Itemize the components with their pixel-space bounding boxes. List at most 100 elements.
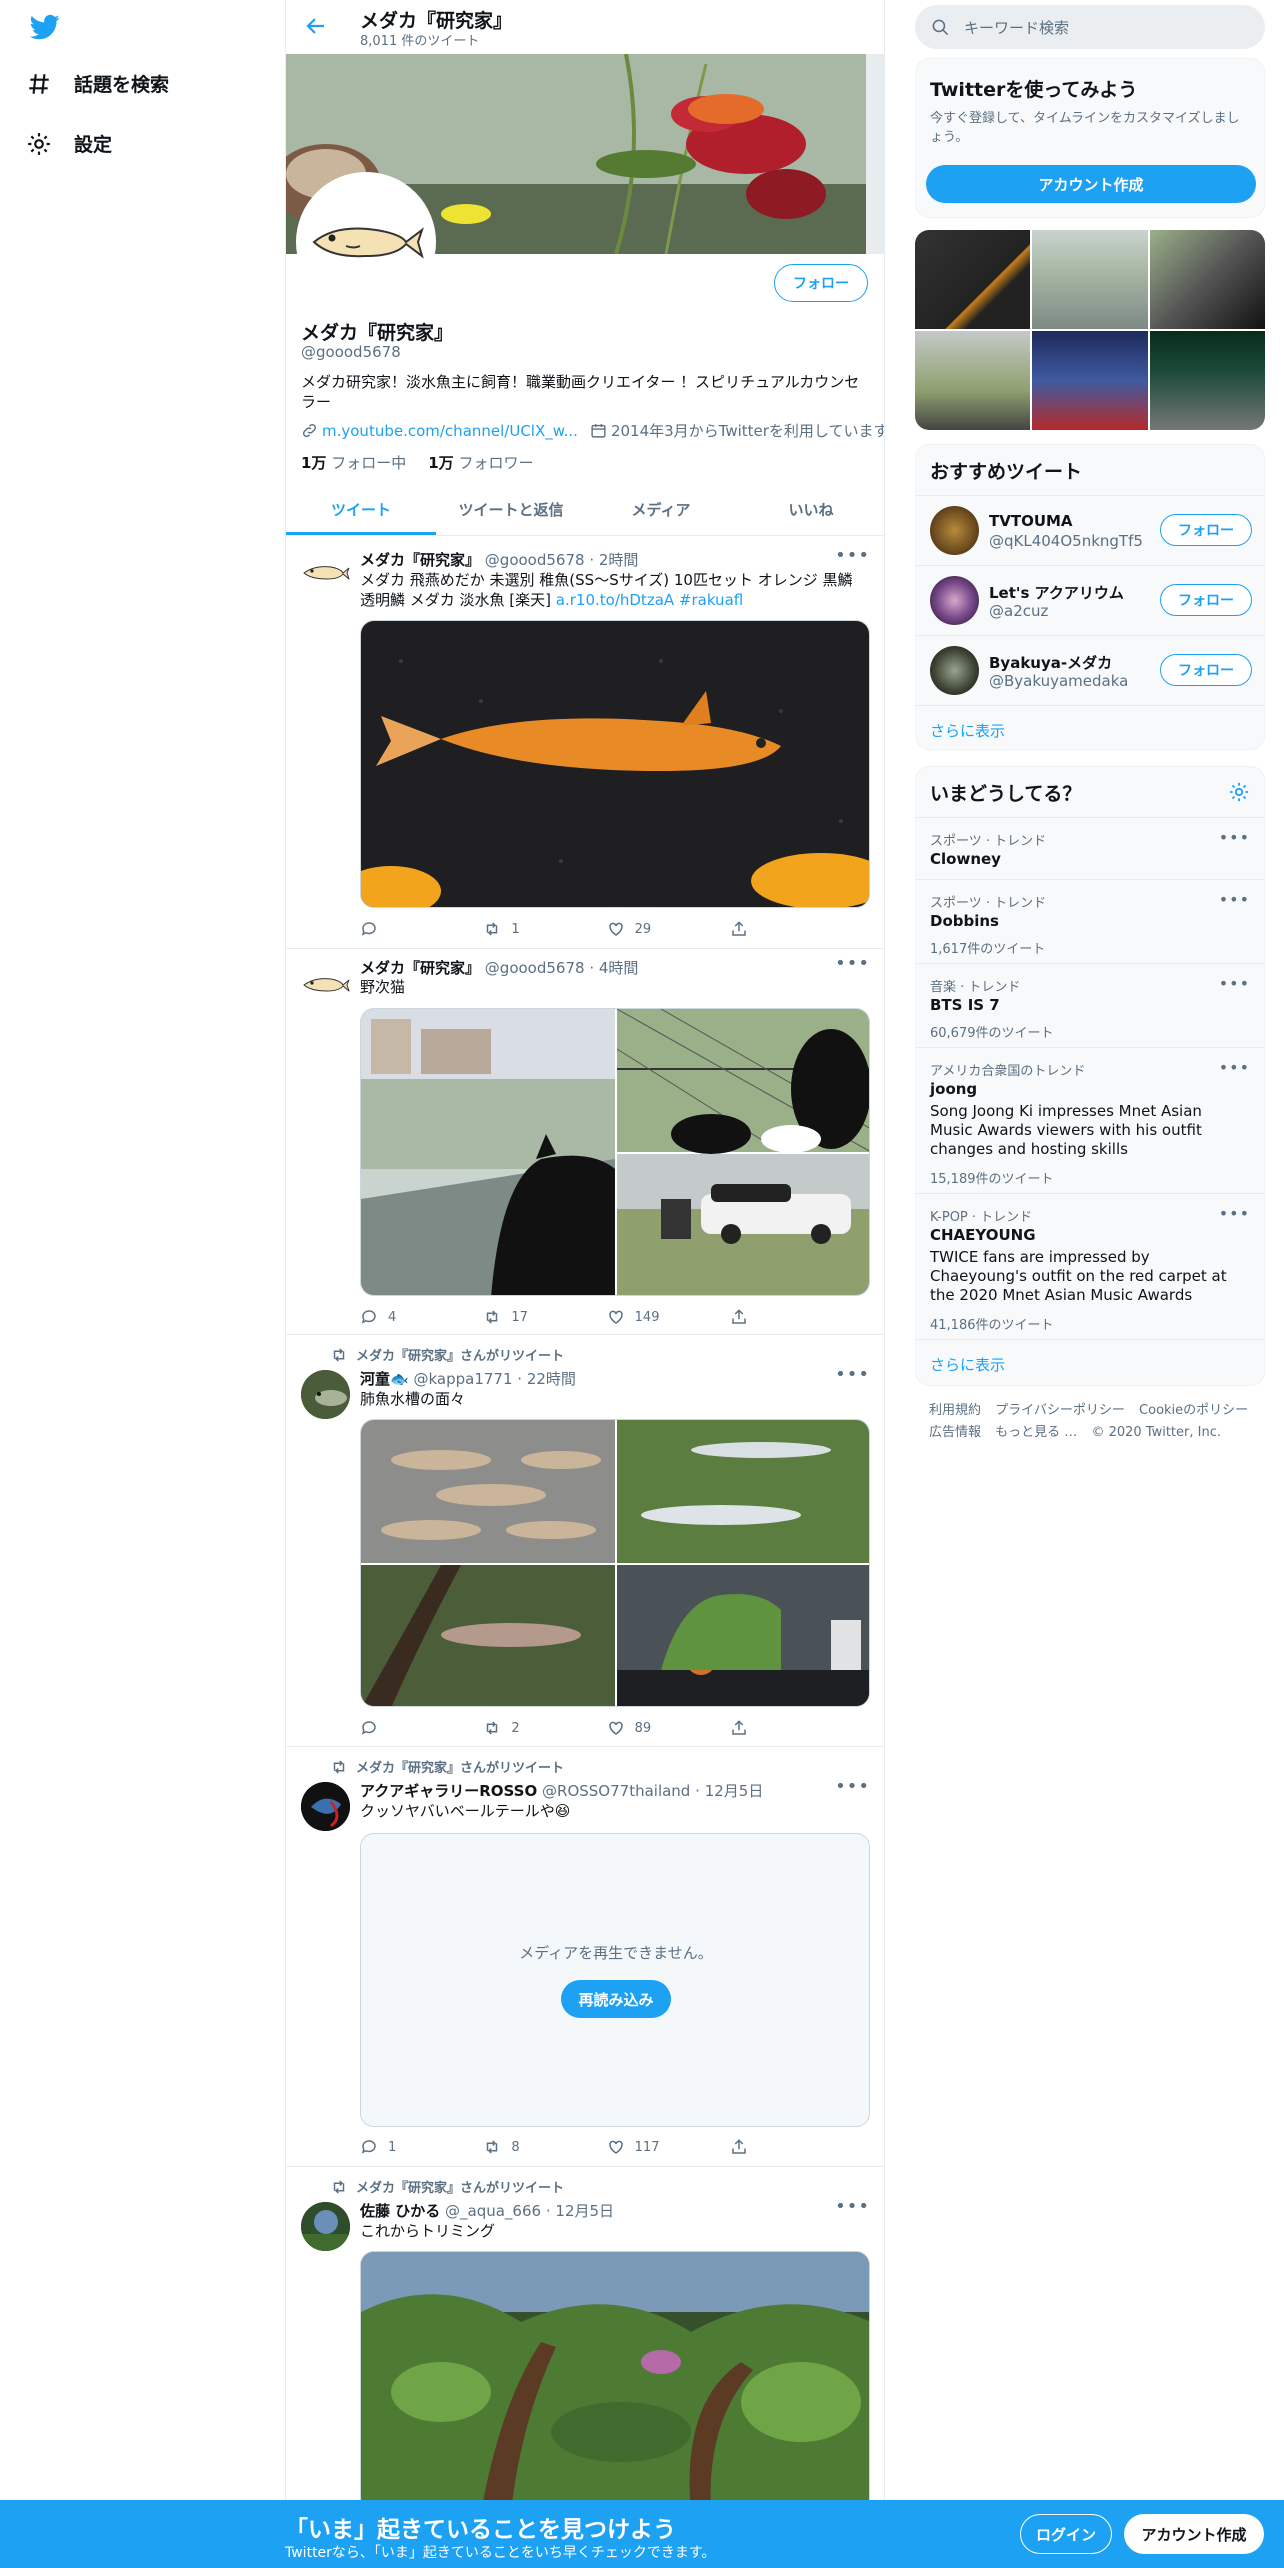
tweet-avatar[interactable] <box>301 1782 350 1831</box>
like-button[interactable]: 29 <box>607 920 667 938</box>
reply-button[interactable]: 4 <box>360 1308 420 1326</box>
more-icon[interactable]: ••• <box>835 953 870 974</box>
following-link[interactable]: 1万 フォロー中 <box>301 452 406 473</box>
share-button[interactable] <box>730 2138 790 2156</box>
tab-media[interactable]: メディア <box>586 484 736 535</box>
profile-link[interactable]: m.youtube.com/channel/UClX_w... <box>322 422 578 440</box>
follow-button[interactable]: フォロー <box>774 264 868 302</box>
tweet-time[interactable]: 2時間 <box>599 551 639 569</box>
show-more-link[interactable]: さらに表示 <box>916 1339 1264 1385</box>
share-button[interactable] <box>730 920 790 938</box>
show-more-link[interactable]: さらに表示 <box>916 705 1264 749</box>
trend-item[interactable]: スポーツ · トレンド Clowney ••• <box>916 817 1264 879</box>
follow-button[interactable]: フォロー <box>1160 584 1252 616</box>
like-button[interactable]: 89 <box>607 1719 667 1737</box>
tweet-avatar[interactable] <box>301 1370 350 1419</box>
nav-explore[interactable]: 話題を検索 <box>26 70 169 97</box>
avatar[interactable] <box>930 506 979 555</box>
more-icon[interactable]: ••• <box>1219 1058 1250 1077</box>
tweet-image[interactable] <box>360 2251 870 2500</box>
trend-item[interactable]: スポーツ · トレンド Dobbins 1,617件のツイート ••• <box>916 879 1264 963</box>
media-thumb[interactable] <box>915 230 1031 329</box>
tweet[interactable]: メダカ『研究家』 @goood5678 · 4時間 ••• 野次猫 4 17 1… <box>286 949 884 1335</box>
retweet-button[interactable]: 1 <box>483 920 543 938</box>
reply-button[interactable]: 1 <box>360 2138 420 2156</box>
footer-link[interactable]: プライバシーポリシー <box>995 1403 1125 1418</box>
footer-link[interactable]: 広告情報 <box>929 1425 981 1440</box>
retweet-button[interactable]: 8 <box>483 2138 543 2156</box>
tweet-time[interactable]: 12月5日 <box>555 2202 614 2220</box>
like-button[interactable]: 117 <box>607 2138 667 2156</box>
tweet[interactable]: メダカ『研究家』さんがリツイート 河童🐟 @kappa1771 · 22時間 •… <box>286 1335 884 1747</box>
tab-likes[interactable]: いいね <box>736 484 884 535</box>
recommended-user[interactable]: Byakuya-メダカ @Byakuyamedaka フォロー <box>916 635 1264 705</box>
share-button[interactable] <box>730 1719 790 1737</box>
more-icon[interactable]: ••• <box>835 1364 870 1385</box>
tweet-avatar[interactable] <box>301 2202 350 2251</box>
tweet-time[interactable]: 12月5日 <box>705 1782 764 1800</box>
login-button[interactable]: ログイン <box>1020 2514 1112 2554</box>
more-icon[interactable]: ••• <box>1219 828 1250 847</box>
more-icon[interactable]: ••• <box>1219 890 1250 909</box>
trend-item[interactable]: アメリカ合衆国のトレンド joong Song Joong Ki impress… <box>916 1047 1264 1193</box>
tweet[interactable]: メダカ『研究家』 @goood5678 · 2時間 ••• メダカ 飛燕めだか … <box>286 537 884 949</box>
tweet-author-name[interactable]: アクアギャラリーROSSO <box>360 1782 537 1800</box>
more-icon[interactable]: ••• <box>835 1776 870 1797</box>
recommended-user[interactable]: TVTOUMA @qKL404O5nkngTf5 フォロー <box>916 495 1264 565</box>
tweet[interactable]: メダカ『研究家』さんがリツイート 佐藤 ひかる @_aqua_666 · 12月… <box>286 2167 884 2500</box>
share-button[interactable] <box>730 1308 790 1326</box>
footer-link[interactable]: 利用規約 <box>929 1403 981 1418</box>
recommended-user[interactable]: Let's アクアリウム @a2cuz フォロー <box>916 565 1264 635</box>
reply-button[interactable] <box>360 1719 420 1737</box>
reload-button[interactable]: 再読み込み <box>561 1980 671 2018</box>
tweet-time[interactable]: 4時間 <box>599 959 639 977</box>
tweet-author-handle[interactable]: @kappa1771 <box>413 1370 512 1388</box>
tweet-link[interactable]: a.r10.to/hDtzaA #rakuafl <box>556 591 743 609</box>
back-arrow-icon[interactable] <box>304 14 328 38</box>
more-icon[interactable]: ••• <box>835 2196 870 2217</box>
avatar[interactable] <box>930 576 979 625</box>
media-thumb[interactable] <box>1032 331 1148 430</box>
search-input[interactable]: キーワード検索 <box>915 5 1265 49</box>
follow-button[interactable]: フォロー <box>1160 654 1252 686</box>
tweet-author-name[interactable]: メダカ『研究家』 <box>360 551 480 569</box>
tweet-image-grid[interactable] <box>360 1419 870 1707</box>
tweet-image[interactable] <box>360 620 870 908</box>
tweet-author-name[interactable]: 河童🐟 <box>360 1370 409 1388</box>
tweet-author-name[interactable]: 佐藤 ひかる <box>360 2202 440 2220</box>
tweet-author-name[interactable]: メダカ『研究家』 <box>360 959 480 977</box>
tab-tweets[interactable]: ツイート <box>286 484 436 535</box>
tweet[interactable]: メダカ『研究家』さんがリツイート アクアギャラリーROSSO @ROSSO77t… <box>286 1747 884 2167</box>
media-thumb[interactable] <box>1149 331 1265 430</box>
trend-item[interactable]: 音楽 · トレンド BTS IS 7 60,679件のツイート ••• <box>916 963 1264 1047</box>
trend-item[interactable]: K-POP · トレンド CHAEYOUNG TWICE fans are im… <box>916 1193 1264 1339</box>
tweet-avatar[interactable] <box>301 549 350 598</box>
reply-button[interactable] <box>360 920 420 938</box>
tweet-author-handle[interactable]: @_aqua_666 <box>445 2202 541 2220</box>
media-thumb[interactable] <box>1032 230 1148 329</box>
signup-button[interactable]: アカウント作成 <box>1124 2514 1264 2554</box>
tweet-author-handle[interactable]: @goood5678 <box>485 959 585 977</box>
retweet-button[interactable]: 2 <box>483 1719 543 1737</box>
twitter-bird-icon[interactable] <box>28 12 62 42</box>
avatar[interactable] <box>930 646 979 695</box>
tweet-author-handle[interactable]: @ROSSO77thailand <box>542 1782 690 1800</box>
profile-avatar[interactable] <box>296 172 436 312</box>
media-thumb[interactable] <box>1149 230 1265 329</box>
media-thumb[interactable] <box>915 331 1031 430</box>
tweet-time[interactable]: 22時間 <box>527 1370 576 1388</box>
create-account-button[interactable]: アカウント作成 <box>926 165 1256 203</box>
retweet-button[interactable]: 17 <box>483 1308 543 1326</box>
followers-link[interactable]: 1万 フォロワー <box>428 452 533 473</box>
follow-button[interactable]: フォロー <box>1160 514 1252 546</box>
more-icon[interactable]: ••• <box>835 545 870 566</box>
tweet-author-handle[interactable]: @goood5678 <box>485 551 585 569</box>
footer-link[interactable]: もっと見る … <box>995 1425 1077 1440</box>
tab-tweets-replies[interactable]: ツイートと返信 <box>436 484 586 535</box>
more-icon[interactable]: ••• <box>1219 974 1250 993</box>
footer-link[interactable]: Cookieのポリシー <box>1139 1403 1248 1418</box>
more-icon[interactable]: ••• <box>1219 1204 1250 1223</box>
like-button[interactable]: 149 <box>607 1308 667 1326</box>
nav-settings[interactable]: 設定 <box>26 130 112 157</box>
tweet-avatar[interactable] <box>301 961 350 1010</box>
